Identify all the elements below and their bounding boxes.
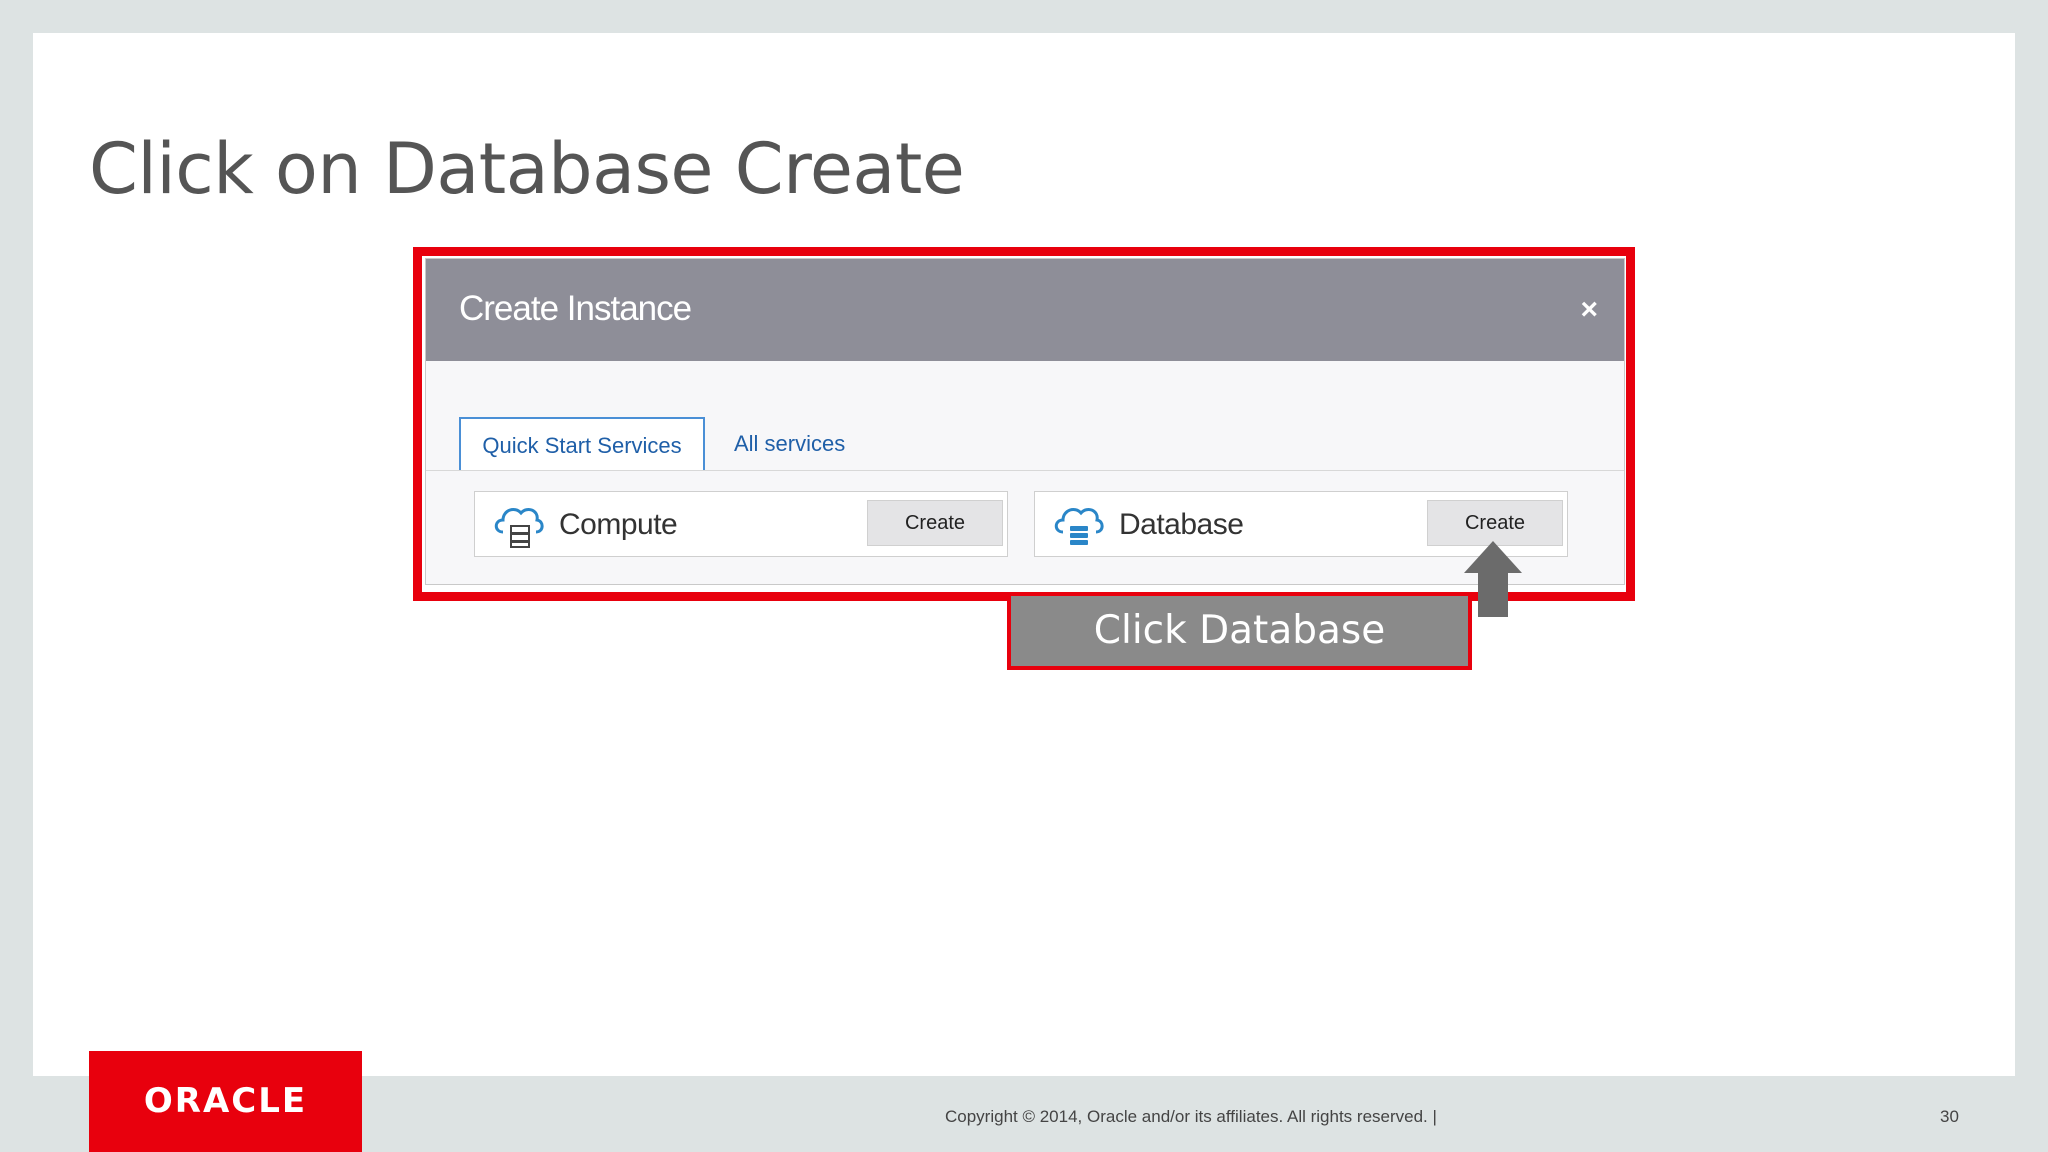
oracle-logo-text: ORACLE bbox=[143, 1081, 308, 1121]
service-name-database: Database bbox=[1119, 508, 1244, 541]
cloud-compute-icon bbox=[494, 508, 544, 548]
dialog-header: Create Instance × bbox=[426, 259, 1624, 361]
cloud-database-icon bbox=[1054, 508, 1104, 545]
dialog-title: Create Instance bbox=[459, 289, 692, 328]
tab-all-services[interactable]: All services bbox=[730, 417, 849, 470]
tab-bar: Quick Start Services All services bbox=[426, 417, 1624, 471]
service-card-compute: Compute Create bbox=[474, 491, 1008, 557]
page-title: Click on Database Create bbox=[89, 128, 965, 210]
database-create-button[interactable]: Create bbox=[1427, 500, 1563, 546]
compute-create-button[interactable]: Create bbox=[867, 500, 1003, 546]
close-icon[interactable]: × bbox=[1580, 293, 1598, 327]
oracle-logo: ORACLE bbox=[89, 1051, 362, 1152]
create-instance-dialog: Create Instance × Quick Start Services A… bbox=[425, 258, 1625, 585]
tab-quick-start-services[interactable]: Quick Start Services bbox=[459, 417, 705, 470]
page-number: 30 bbox=[1940, 1107, 1959, 1126]
copyright-text: Copyright © 2014, Oracle and/or its affi… bbox=[945, 1107, 1437, 1126]
service-name-compute: Compute bbox=[559, 508, 678, 541]
callout-label: Click Database “Create” bbox=[1007, 592, 1472, 723]
up-arrow-icon bbox=[1464, 541, 1522, 617]
